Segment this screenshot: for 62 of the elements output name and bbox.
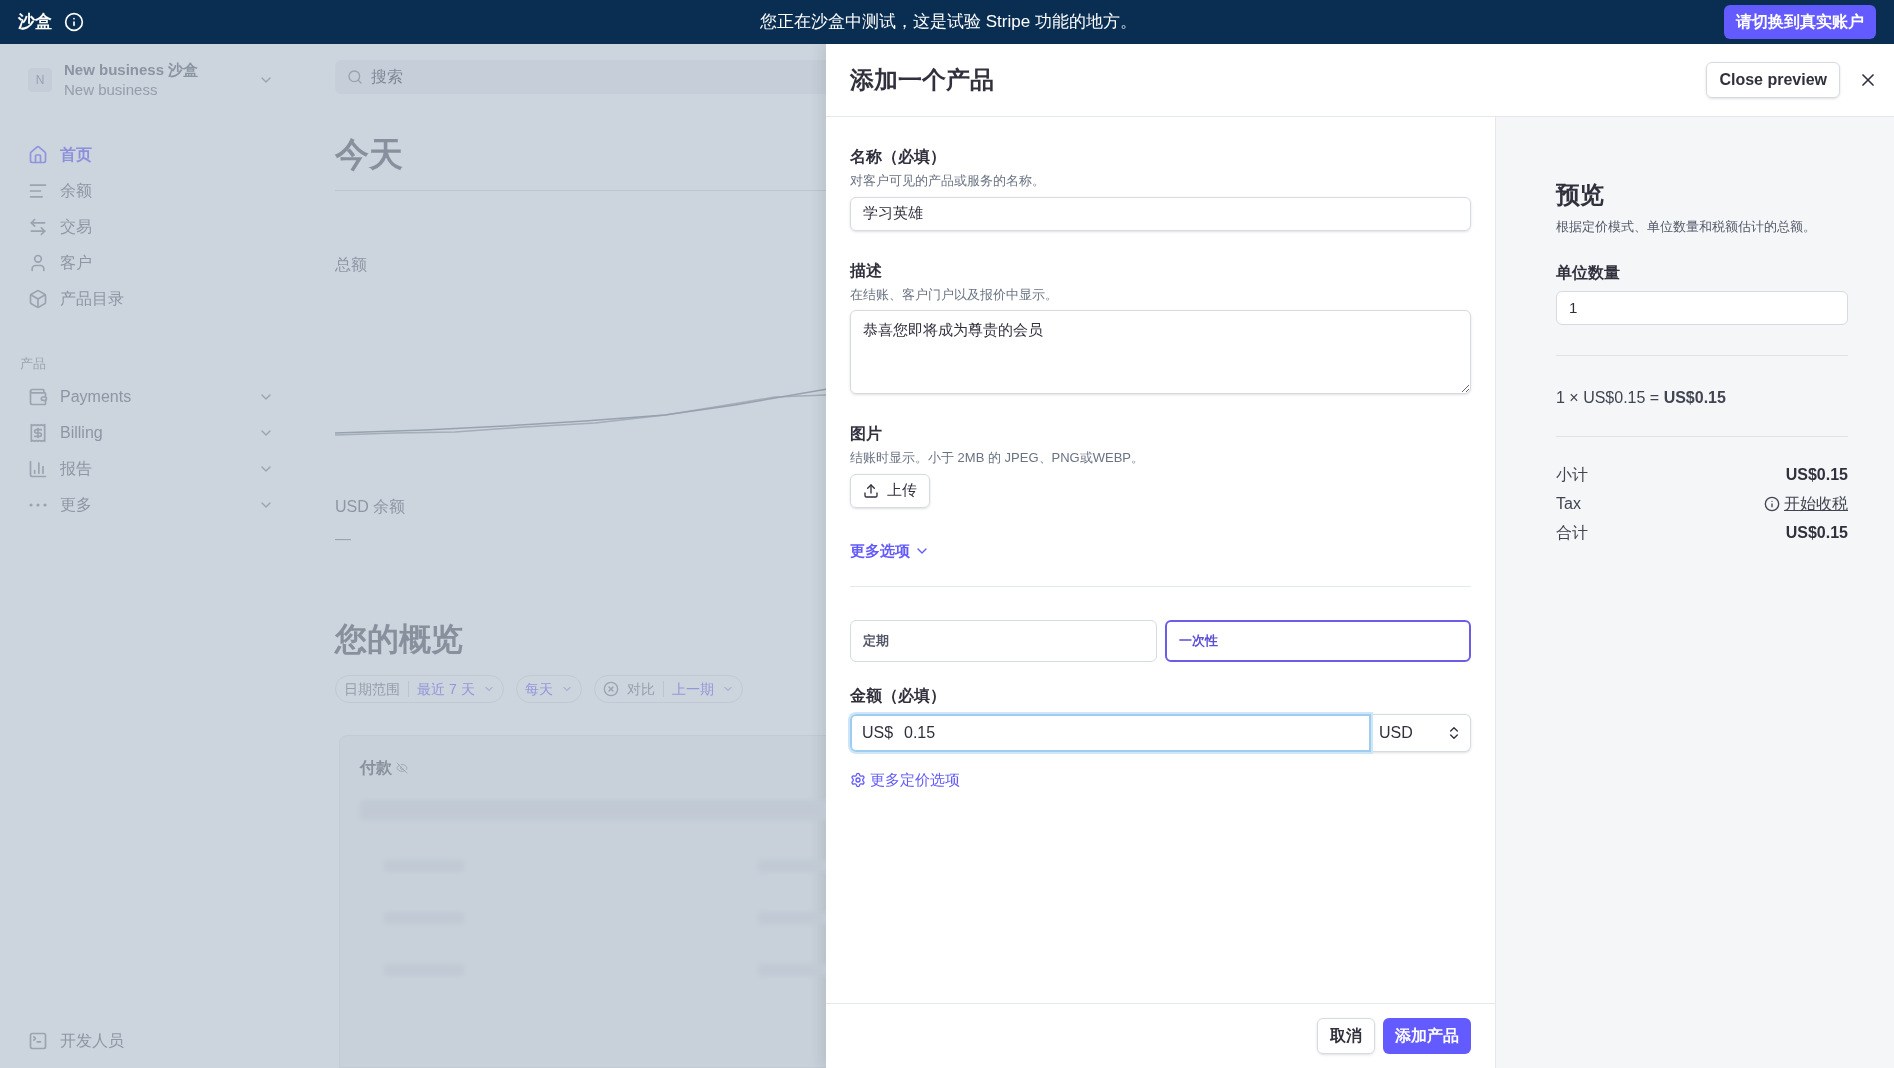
switch-account-button[interactable]: 请切换到真实账户: [1724, 5, 1876, 39]
info-icon[interactable]: [64, 12, 84, 32]
account-name: New business 沙盒: [64, 60, 200, 80]
house-icon: [28, 145, 48, 165]
settings-icon: [850, 772, 866, 789]
more-options-link[interactable]: 更多选项: [850, 539, 930, 562]
field-label: 单位数量: [1556, 262, 1621, 283]
text-field[interactable]: 学习英雄: [850, 196, 1471, 231]
search-placeholder: 搜索: [371, 67, 403, 87]
currency-prefix: US$: [862, 723, 894, 743]
currency-select[interactable]: USD: [1371, 714, 1471, 752]
sandbox-label: 沙盒: [18, 11, 52, 34]
banner-message: 您正在沙盒中测试，这是试验 Stripe 功能的地方。: [760, 11, 1137, 34]
field-label: 描述: [850, 260, 883, 281]
metric-label: 总额: [335, 255, 368, 275]
upload-button[interactable]: 上传: [850, 473, 930, 508]
bar-chart-icon: [28, 458, 48, 479]
info-icon: [1764, 496, 1780, 512]
search-icon: [347, 69, 363, 85]
price-calculation: 1 × US$0.15 = US$0.15: [1556, 387, 1727, 408]
pricing-type-option[interactable]: 一次性: [1164, 620, 1471, 662]
receipt-icon: [28, 422, 48, 443]
summary-label: Tax: [1556, 494, 1581, 514]
metric-value: —: [335, 529, 352, 549]
field-label: 金额（必填）: [850, 686, 947, 706]
preview-title: 预览: [1556, 180, 1605, 210]
box-icon: [28, 289, 48, 309]
eye-off-icon: [396, 762, 408, 774]
field-label: 名称（必填）: [850, 147, 947, 167]
quantity-field[interactable]: 1: [1556, 290, 1848, 325]
add-product-button[interactable]: 添加产品: [1383, 1018, 1471, 1054]
card-title: 付款: [360, 758, 392, 778]
arrows-icon: [28, 217, 48, 237]
more-pricing-link[interactable]: 更多定价选项: [850, 769, 960, 792]
cancel-button[interactable]: 取消: [1317, 1018, 1375, 1054]
close-preview-button[interactable]: Close preview: [1706, 62, 1840, 98]
page-title: 今天: [335, 134, 404, 174]
filter-value: 最近 7 天: [417, 679, 475, 699]
start-tax-link[interactable]: 开始收税: [1784, 492, 1848, 516]
field-hint: 对客户可见的产品或服务的名称。: [850, 172, 1046, 190]
preview-subtitle: 根据定价模式、单位数量和税额估计的总额。: [1556, 218, 1817, 236]
field-label: 图片: [850, 424, 883, 444]
account-subtitle: New business: [64, 80, 159, 100]
terminal-icon: [28, 1031, 48, 1051]
field-hint: 在结账、客户门户以及报价中显示。: [850, 285, 1059, 304]
filter-value: 每天: [524, 679, 553, 699]
user-icon: [28, 253, 48, 273]
section-title: 您的概览: [335, 620, 464, 659]
circle-x-icon: [602, 681, 619, 697]
lines-icon: [28, 181, 48, 201]
summary-label: 小计: [1556, 465, 1588, 485]
description-field[interactable]: 恭喜您即将成为尊贵的会员: [850, 310, 1471, 394]
wallet-icon: [28, 386, 48, 407]
field-hint: 结账时显示。小于 2MB 的 JPEG、PNG或WEBP。: [850, 449, 1145, 467]
summary-value: US$0.15: [1785, 465, 1848, 485]
dialog-title: 添加一个产品: [850, 65, 995, 95]
upload-icon: [863, 482, 879, 499]
pricing-type-option[interactable]: 定期: [850, 620, 1157, 662]
summary-label: 合计: [1556, 523, 1588, 543]
more-icon: [28, 502, 48, 507]
summary-value: US$0.15: [1785, 523, 1848, 543]
metric-label: USD 余额: [335, 497, 407, 517]
